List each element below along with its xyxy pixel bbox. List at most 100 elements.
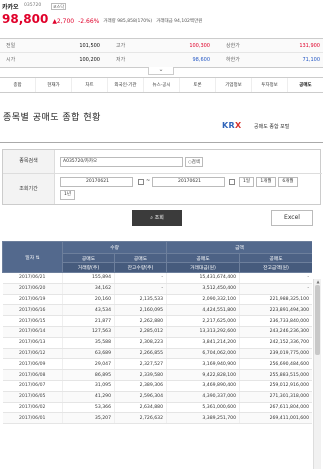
cell-value: 34,162: [62, 283, 115, 295]
cell-value: 2,308,223: [114, 337, 168, 349]
cell-value: 127,563: [62, 326, 115, 338]
cell-value: 243,246,236,300: [239, 326, 312, 338]
table-row: 2017/06/19 20,160 2,135,533 2,090,332,100 22…: [2, 294, 312, 306]
cell-value: 259,012,916,000: [239, 380, 312, 392]
menu-item-foreign[interactable]: 외국인·기관: [108, 78, 144, 92]
cell-value: 2,726,632: [114, 412, 168, 425]
quote-row: 시가 100,200 저가 98,600 하한가 71,100: [0, 53, 323, 67]
cell-value: 15,431,674,400: [166, 272, 241, 284]
table-row: 2017/06/07 31,095 2,389,306 3,469,890,400 25…: [2, 380, 312, 392]
cell-date: 2017/06/14: [2, 326, 63, 338]
trade-amount: 거래대금 94,102백만원: [156, 19, 203, 24]
cell-value: 267,611,804,000: [239, 402, 312, 414]
quote-value: 100,200: [79, 57, 100, 63]
cell-date: 2017/06/21: [2, 272, 63, 284]
stock-header: 카카오 035720 코스닥 98,800 ▲2,700 -2.66% 거래량 …: [0, 0, 323, 40]
stock-search-input[interactable]: A035720/카카오: [60, 157, 183, 167]
calendar-icon[interactable]: [138, 179, 144, 185]
scroll-thumb[interactable]: [315, 285, 320, 355]
cell-value: 269,411,001,600: [239, 412, 312, 425]
period-row: 조회기간 20170621 ~ 20170621 1일 1개월 6개월 1년: [3, 174, 322, 204]
cell-value: 2,285,012: [114, 326, 168, 338]
column-header-short-volume[interactable]: 공매도: [62, 253, 115, 263]
cell-value: 29,047: [62, 358, 115, 371]
calendar-icon[interactable]: [229, 179, 235, 185]
menu-item-price[interactable]: 현재가: [36, 78, 72, 92]
cell-value: 2,634,880: [114, 402, 168, 414]
menu-item-short-selling[interactable]: 공매도: [288, 78, 323, 92]
menu-item-news[interactable]: 뉴스·공시: [144, 78, 180, 92]
search-button[interactable]: ⌕ 조회: [132, 210, 182, 226]
quote-label: 시가: [6, 57, 16, 63]
menu-item-discussion[interactable]: 토론: [180, 78, 216, 92]
quote-value: 131,900: [299, 43, 320, 49]
menu-item-summary[interactable]: 종합: [0, 78, 36, 92]
date-to-input[interactable]: 20170621: [152, 177, 225, 187]
table-body: 2017/06/21 155,894-15,431,674,400-2017/06…: [2, 272, 312, 425]
cell-date: 2017/06/13: [2, 337, 63, 349]
quote-value: 101,500: [79, 43, 100, 49]
cell-value: 20,160: [62, 294, 115, 306]
menu-item-company[interactable]: 기업정보: [216, 78, 252, 92]
cell-value: 2,160,095: [114, 304, 168, 317]
expand-toggle[interactable]: ⌄: [148, 67, 174, 75]
cell-value: 2,596,304: [114, 391, 168, 403]
period-1month-button[interactable]: 1개월: [256, 177, 276, 187]
sort-icon: ⇅: [35, 255, 40, 261]
column-subheader: 거래대금(원): [166, 262, 241, 273]
table-row: 2017/06/01 35,207 2,726,632 3,389,251,700 26…: [2, 412, 312, 425]
cell-value: 271,301,318,000: [239, 391, 312, 403]
cell-value: 2,266,855: [114, 348, 168, 360]
quote-value: 71,100: [302, 57, 321, 63]
cell-value: 242,152,336,700: [239, 337, 312, 349]
cell-value: -: [114, 283, 168, 295]
stock-search-row: 종목검색 A035720/카카오 ○검색: [3, 150, 322, 174]
table-row: 2017/06/02 53,366 2,634,880 5,361,000,600 26…: [2, 402, 312, 414]
cell-value: 239,019,775,000: [239, 348, 312, 360]
cell-date: 2017/06/08: [2, 369, 63, 381]
column-header-balance-volume[interactable]: 공매도: [113, 253, 168, 263]
cell-value: 35,588: [62, 337, 115, 349]
cell-value: 3,512,450,400: [166, 283, 241, 295]
cell-value: 2,389,306: [114, 380, 168, 392]
table-row: 2017/06/21 155,894-15,431,674,400-: [2, 272, 312, 284]
period-1year-button[interactable]: 1년: [60, 190, 75, 200]
table-row: 2017/06/16 43,534 2,160,095 4,424,551,800 22…: [2, 304, 312, 317]
cell-value: -: [239, 283, 312, 295]
period-1day-button[interactable]: 1일: [239, 177, 254, 187]
menu-item-invest[interactable]: 투자정보: [252, 78, 288, 92]
column-header-balance-amount[interactable]: 공매도: [239, 253, 312, 263]
column-header-date[interactable]: 일자 ⇅: [2, 241, 63, 273]
quote-grid: 전일 101,500 고가 100,300 상한가 131,900 시가 100…: [0, 38, 323, 68]
quote-label: 하한가: [226, 57, 240, 63]
cell-date: 2017/06/01: [2, 412, 63, 425]
cell-value: 35,207: [62, 412, 115, 425]
column-header-short-amount[interactable]: 공매도: [166, 253, 241, 263]
table-row: 2017/06/05 41,290 2,596,304 4,390,337,000 27…: [2, 391, 312, 403]
quote-label: 저가: [116, 57, 126, 63]
cell-value: 86,895: [62, 369, 115, 381]
stock-search-button[interactable]: ○검색: [185, 157, 203, 167]
cell-value: 2,135,533: [114, 294, 168, 306]
table-row: 2017/06/14 127,563 2,285,012 13,313,292,600…: [2, 326, 312, 338]
krx-logo: KRX: [222, 121, 241, 130]
date-from-input[interactable]: 20170621: [60, 177, 133, 187]
cell-value: -: [114, 272, 168, 284]
quote-label: 전일: [6, 43, 16, 49]
table-scrollbar[interactable]: ▲: [313, 279, 321, 469]
cell-date: 2017/06/19: [2, 294, 63, 306]
short-selling-table: 일자 ⇅ 수량 금액 공매도 공매도 공매도 공매도 거래량(주) 잔고수량(주…: [2, 241, 312, 425]
cell-value: 2,339,580: [114, 369, 168, 381]
column-subheader: 잔고수량(주): [113, 262, 168, 273]
menu-item-chart[interactable]: 차트: [72, 78, 108, 92]
cell-value: 4,390,337,000: [166, 391, 241, 403]
cell-date: 2017/06/20: [2, 283, 63, 295]
column-group-amount: 금액: [166, 241, 312, 254]
excel-download-button[interactable]: Excel: [271, 210, 313, 226]
quote-row: 전일 101,500 고가 100,300 상한가 131,900: [0, 39, 323, 53]
market-badge: 코스닥: [51, 3, 67, 10]
divider: [0, 142, 323, 143]
period-6month-button[interactable]: 6개월: [278, 177, 298, 187]
change-rate: -2.66%: [78, 18, 100, 25]
current-price: 98,800: [2, 12, 49, 26]
